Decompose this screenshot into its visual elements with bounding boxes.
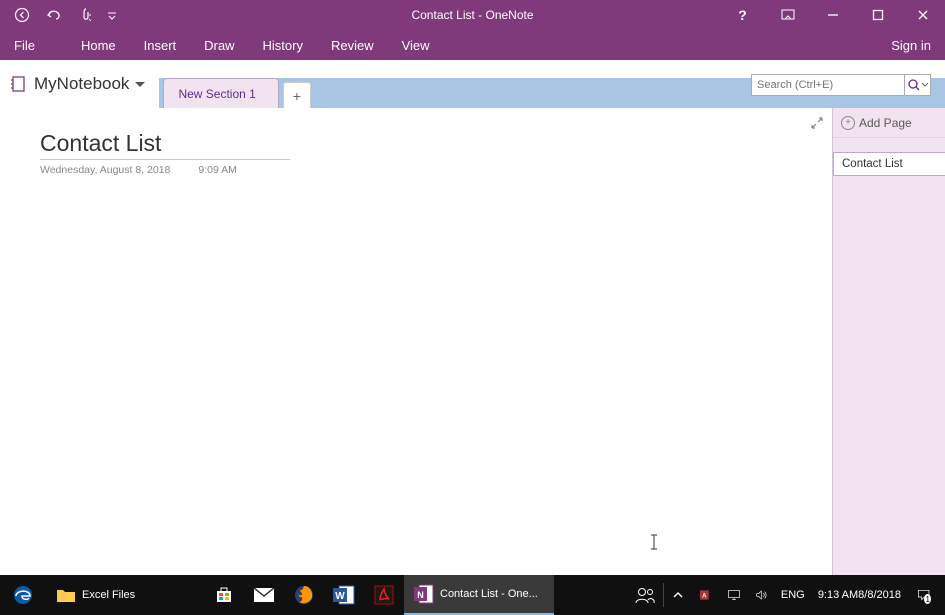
taskbar-acrobat[interactable] (364, 575, 404, 615)
tab-view[interactable]: View (388, 30, 444, 60)
text-cursor-icon (650, 534, 651, 550)
help-icon[interactable]: ? (720, 0, 765, 30)
expand-icon[interactable] (810, 116, 824, 135)
edge-icon (12, 584, 34, 606)
clock-time: 9:13 AM (818, 588, 858, 602)
section-tab-label: New Section 1 (178, 87, 255, 101)
plus-circle-icon: + (841, 116, 855, 130)
page-canvas[interactable]: Wednesday, August 8, 2018 9:09 AM (0, 108, 832, 575)
svg-text:W: W (335, 591, 345, 602)
firefox-icon (292, 583, 316, 607)
mail-icon (252, 583, 276, 607)
section-tab[interactable]: New Section 1 (163, 78, 278, 108)
tray-action-center[interactable]: 1 (909, 575, 945, 615)
minimize-icon[interactable] (810, 0, 855, 30)
display-icon (728, 587, 740, 603)
page-time: 9:09 AM (198, 164, 237, 176)
notebook-name: MyNotebook (34, 74, 129, 94)
tab-insert[interactable]: Insert (130, 30, 191, 60)
taskbar-folder[interactable]: Excel Files (46, 575, 196, 615)
tray-volume[interactable] (748, 575, 776, 615)
notebook-selector[interactable]: MyNotebook (0, 60, 159, 108)
close-icon[interactable] (900, 0, 945, 30)
undo-icon[interactable] (38, 0, 70, 30)
svg-text:A: A (702, 594, 707, 600)
word-icon: W (332, 583, 356, 607)
tab-draw[interactable]: Draw (190, 30, 248, 60)
page-item-label: Contact List (842, 158, 903, 170)
chevron-up-icon (672, 590, 684, 600)
folder-icon (56, 587, 76, 603)
taskbar-onenote-active[interactable]: N Contact List - One... (404, 575, 554, 615)
store-icon (212, 583, 236, 607)
touch-mode-icon[interactable] (70, 0, 102, 30)
taskbar-word[interactable]: W (324, 575, 364, 615)
page-date: Wednesday, August 8, 2018 (40, 164, 170, 176)
notebook-icon (10, 75, 28, 93)
chevron-down-icon (921, 78, 929, 92)
onenote-icon: N (414, 584, 434, 604)
search-box (751, 74, 931, 96)
page-pane: + Add Page Contact List (832, 108, 945, 575)
tab-home[interactable]: Home (67, 30, 130, 60)
main-area: Wednesday, August 8, 2018 9:09 AM + Add … (0, 108, 945, 575)
tab-history[interactable]: History (249, 30, 317, 60)
section-bar: MyNotebook New Section 1 + (0, 60, 945, 108)
file-tab[interactable]: File (0, 30, 49, 60)
language-label: ENG (781, 589, 805, 601)
ribbon: File Home Insert Draw History Review Vie… (0, 30, 945, 60)
sign-in-link[interactable]: Sign in (877, 38, 945, 53)
taskbar-clock[interactable]: 9:13 AM 8/8/2018 (810, 575, 909, 615)
taskbar-store[interactable] (204, 575, 244, 615)
back-icon[interactable] (6, 0, 38, 30)
page-list-item[interactable]: Contact List (833, 152, 945, 176)
add-page-label: Add Page (859, 116, 912, 130)
title-bar: Contact List - OneNote ? (0, 0, 945, 30)
search-input[interactable] (752, 79, 904, 91)
ribbon-display-icon[interactable] (765, 0, 810, 30)
tray-display[interactable] (720, 575, 748, 615)
maximize-icon[interactable] (855, 0, 900, 30)
tray-language[interactable]: ENG (776, 575, 810, 615)
svg-text:N: N (417, 590, 424, 600)
search-button[interactable] (904, 74, 930, 96)
access-icon: A (700, 586, 712, 604)
add-section-button[interactable]: + (283, 82, 311, 108)
search-icon (907, 78, 921, 92)
tray-chevron[interactable] (664, 575, 692, 615)
tab-review[interactable]: Review (317, 30, 388, 60)
acrobat-icon (372, 583, 396, 607)
taskbar-firefox[interactable] (284, 575, 324, 615)
tray-access[interactable]: A (692, 575, 720, 615)
add-page-button[interactable]: + Add Page (833, 108, 945, 138)
clock-date: 8/8/2018 (858, 588, 901, 602)
taskbar-edge[interactable] (0, 575, 46, 615)
taskbar-app-label: Contact List - One... (440, 588, 538, 600)
chevron-down-icon (135, 82, 145, 87)
taskbar-mail[interactable] (244, 575, 284, 615)
taskbar-people[interactable] (627, 575, 663, 615)
qat-customize-icon[interactable] (102, 0, 122, 30)
taskbar: Excel Files W N Contact List - One... (0, 575, 945, 615)
people-icon (635, 586, 655, 604)
taskbar-folder-label: Excel Files (82, 589, 135, 601)
volume-icon (756, 587, 768, 603)
page-title-input[interactable] (40, 130, 290, 160)
